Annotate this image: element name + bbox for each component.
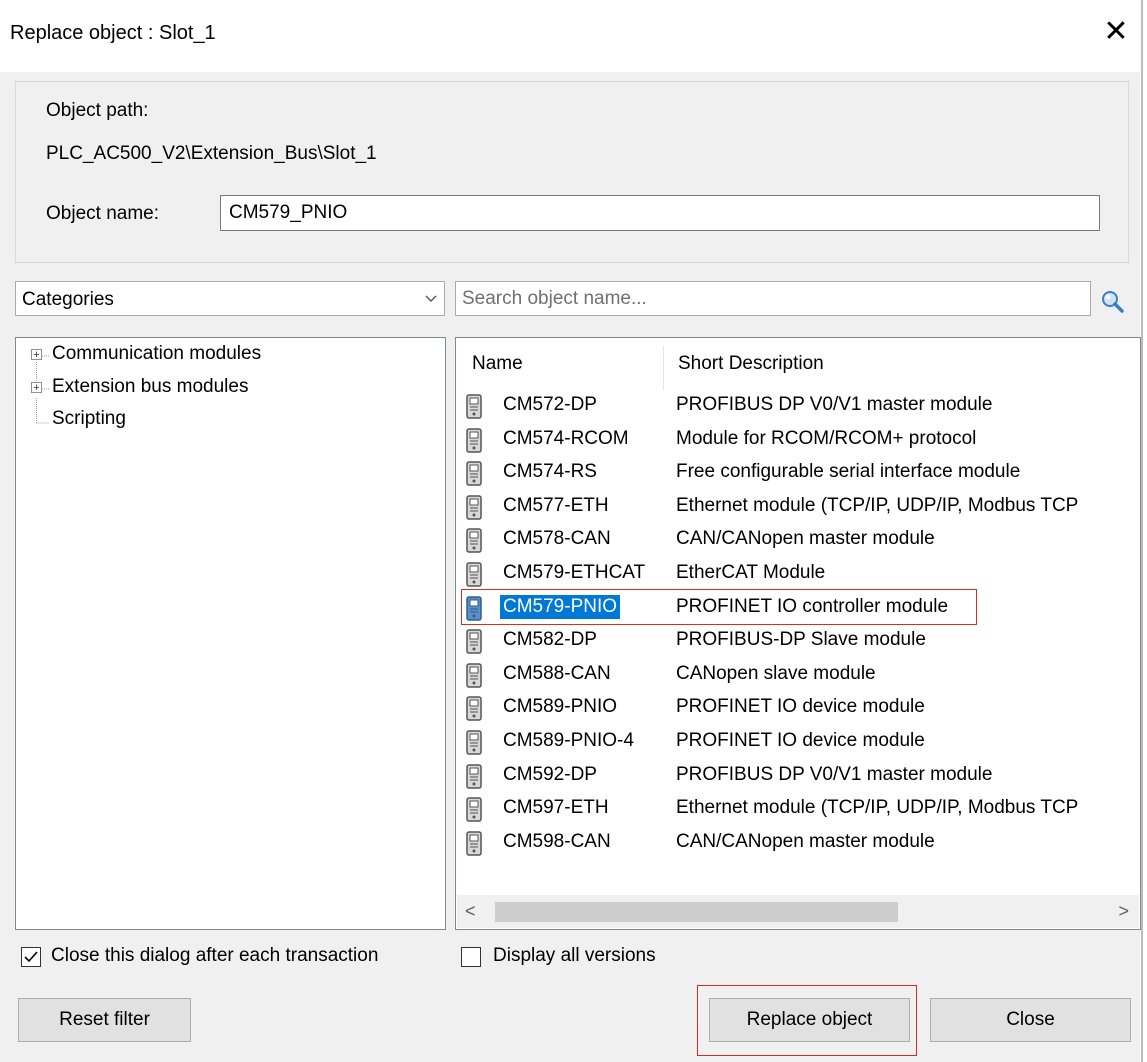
tree-item-label: Scripting (52, 408, 126, 429)
module-icon (466, 629, 483, 654)
close-after-checkbox[interactable] (21, 947, 41, 967)
expand-icon[interactable]: + (31, 349, 42, 361)
module-description: PROFIBUS DP V0/V1 master module (676, 763, 993, 785)
category-tree: + Communication modules + Extension bus … (15, 337, 446, 930)
module-description: CAN/CANopen master module (676, 830, 935, 852)
module-name: CM589-PNIO (503, 696, 618, 718)
list-row[interactable]: CM579-ETHCAT EtherCAT Module (456, 559, 1140, 593)
module-icon (466, 663, 483, 688)
scroll-left-icon[interactable]: < (465, 901, 476, 922)
module-description: Ethernet module (TCP/IP, UDP/IP, Modbus … (676, 797, 1079, 819)
column-separator[interactable] (663, 346, 664, 390)
list-row[interactable]: CM574-RCOM Module for RCOM/RCOM+ protocol (456, 425, 1140, 459)
module-icon (466, 427, 483, 453)
list-row[interactable]: CM582-DP PROFIBUS-DP Slave module (456, 626, 1140, 660)
module-description: PROFINET IO device module (676, 696, 925, 718)
close-after-label[interactable]: Close this dialog after each transaction (51, 945, 378, 967)
tree-item-label: Extension bus modules (52, 376, 249, 397)
module-description: CANopen slave module (676, 662, 876, 684)
module-name: CM577-ETH (503, 494, 609, 516)
module-icon (466, 461, 483, 486)
close-window-icon[interactable]: ✕ (1098, 14, 1134, 50)
list-row[interactable]: CM589-PNIO-4 PROFINET IO device module (456, 727, 1140, 761)
module-description: PROFIBUS-DP Slave module (676, 629, 926, 651)
column-header-description[interactable]: Short Description (678, 353, 824, 375)
object-path-value: PLC_AC500_V2\Extension_Bus\Slot_1 (46, 143, 377, 164)
category-select[interactable]: Categories (15, 281, 445, 316)
replace-object-button[interactable]: Replace object (709, 998, 910, 1042)
list-row[interactable]: CM588-CAN CANopen slave module (456, 660, 1140, 694)
close-button[interactable]: Close (930, 998, 1131, 1042)
window-edge (1141, 0, 1143, 1062)
search-input[interactable] (455, 281, 1091, 316)
display-all-versions-label[interactable]: Display all versions (493, 945, 656, 967)
tree-item-label: Communication modules (52, 343, 262, 364)
selection-highlight-frame (461, 589, 977, 625)
module-description: EtherCAT Module (676, 562, 826, 583)
list-row[interactable]: CM592-DP PROFIBUS DP V0/V1 master module (456, 761, 1140, 795)
module-description: Ethernet module (TCP/IP, UDP/IP, Modbus … (676, 494, 1079, 516)
list-row[interactable]: CM597-ETH Ethernet module (TCP/IP, UDP/IP… (456, 794, 1140, 828)
scroll-right-icon[interactable]: > (1118, 901, 1129, 922)
module-description: PROFINET IO device module (676, 730, 925, 751)
module-name: CM589-PNIO-4 (503, 730, 634, 751)
display-all-versions-checkbox[interactable] (461, 947, 481, 967)
module-description: Module for RCOM/RCOM+ protocol (676, 427, 977, 449)
window-title: Replace object : Slot_1 (10, 22, 216, 44)
module-name: CM582-DP (503, 629, 597, 651)
horizontal-scrollbar[interactable]: < > (457, 895, 1139, 928)
reset-filter-button[interactable]: Reset filter (18, 998, 191, 1042)
list-row[interactable]: CM589-PNIO PROFINET IO device module (456, 693, 1140, 727)
column-header-name[interactable]: Name (472, 353, 523, 375)
module-icon (466, 528, 483, 554)
list-row[interactable]: CM574-RS Free configurable serial interfa… (456, 458, 1140, 492)
module-description: Free configurable serial interface modul… (676, 461, 1021, 483)
module-name: CM598-CAN (503, 830, 611, 852)
object-name-label: Object name: (46, 203, 159, 224)
module-name: CM578-CAN (503, 528, 611, 550)
module-icon (466, 394, 483, 419)
scrollbar-thumb[interactable] (495, 902, 898, 922)
module-icon (466, 797, 483, 822)
module-list: Name Short Description CM572-DP PROFIBUS … (455, 337, 1141, 930)
module-description: PROFIBUS DP V0/V1 master module (676, 394, 993, 415)
module-name: CM592-DP (503, 763, 597, 785)
module-name: CM574-RS (503, 461, 597, 483)
list-row[interactable]: CM578-CAN CAN/CANopen master module (456, 525, 1140, 559)
chevron-down-icon (424, 288, 438, 313)
module-icon (466, 763, 483, 789)
module-icon (466, 831, 483, 856)
list-row[interactable]: CM577-ETH Ethernet module (TCP/IP, UDP/IP… (456, 492, 1140, 526)
object-info-panel (15, 81, 1129, 263)
search-icon[interactable] (1100, 289, 1124, 313)
module-description: CAN/CANopen master module (676, 528, 935, 550)
object-name-input[interactable] (220, 195, 1100, 231)
module-icon (466, 562, 483, 587)
module-icon (466, 730, 483, 755)
list-row[interactable]: CM598-CAN CAN/CANopen master module (456, 828, 1140, 862)
module-name: CM572-DP (503, 394, 597, 415)
module-name: CM579-ETHCAT (503, 562, 646, 583)
category-selected-value: Categories (22, 289, 114, 310)
list-row[interactable]: CM572-DP PROFIBUS DP V0/V1 master module (456, 391, 1140, 425)
expand-icon[interactable]: + (31, 382, 42, 394)
module-name: CM597-ETH (503, 797, 609, 819)
module-icon (466, 495, 483, 520)
module-name: CM588-CAN (503, 662, 611, 684)
module-name: CM574-RCOM (503, 427, 629, 449)
module-icon (466, 696, 483, 722)
object-path-label: Object path: (46, 100, 149, 121)
